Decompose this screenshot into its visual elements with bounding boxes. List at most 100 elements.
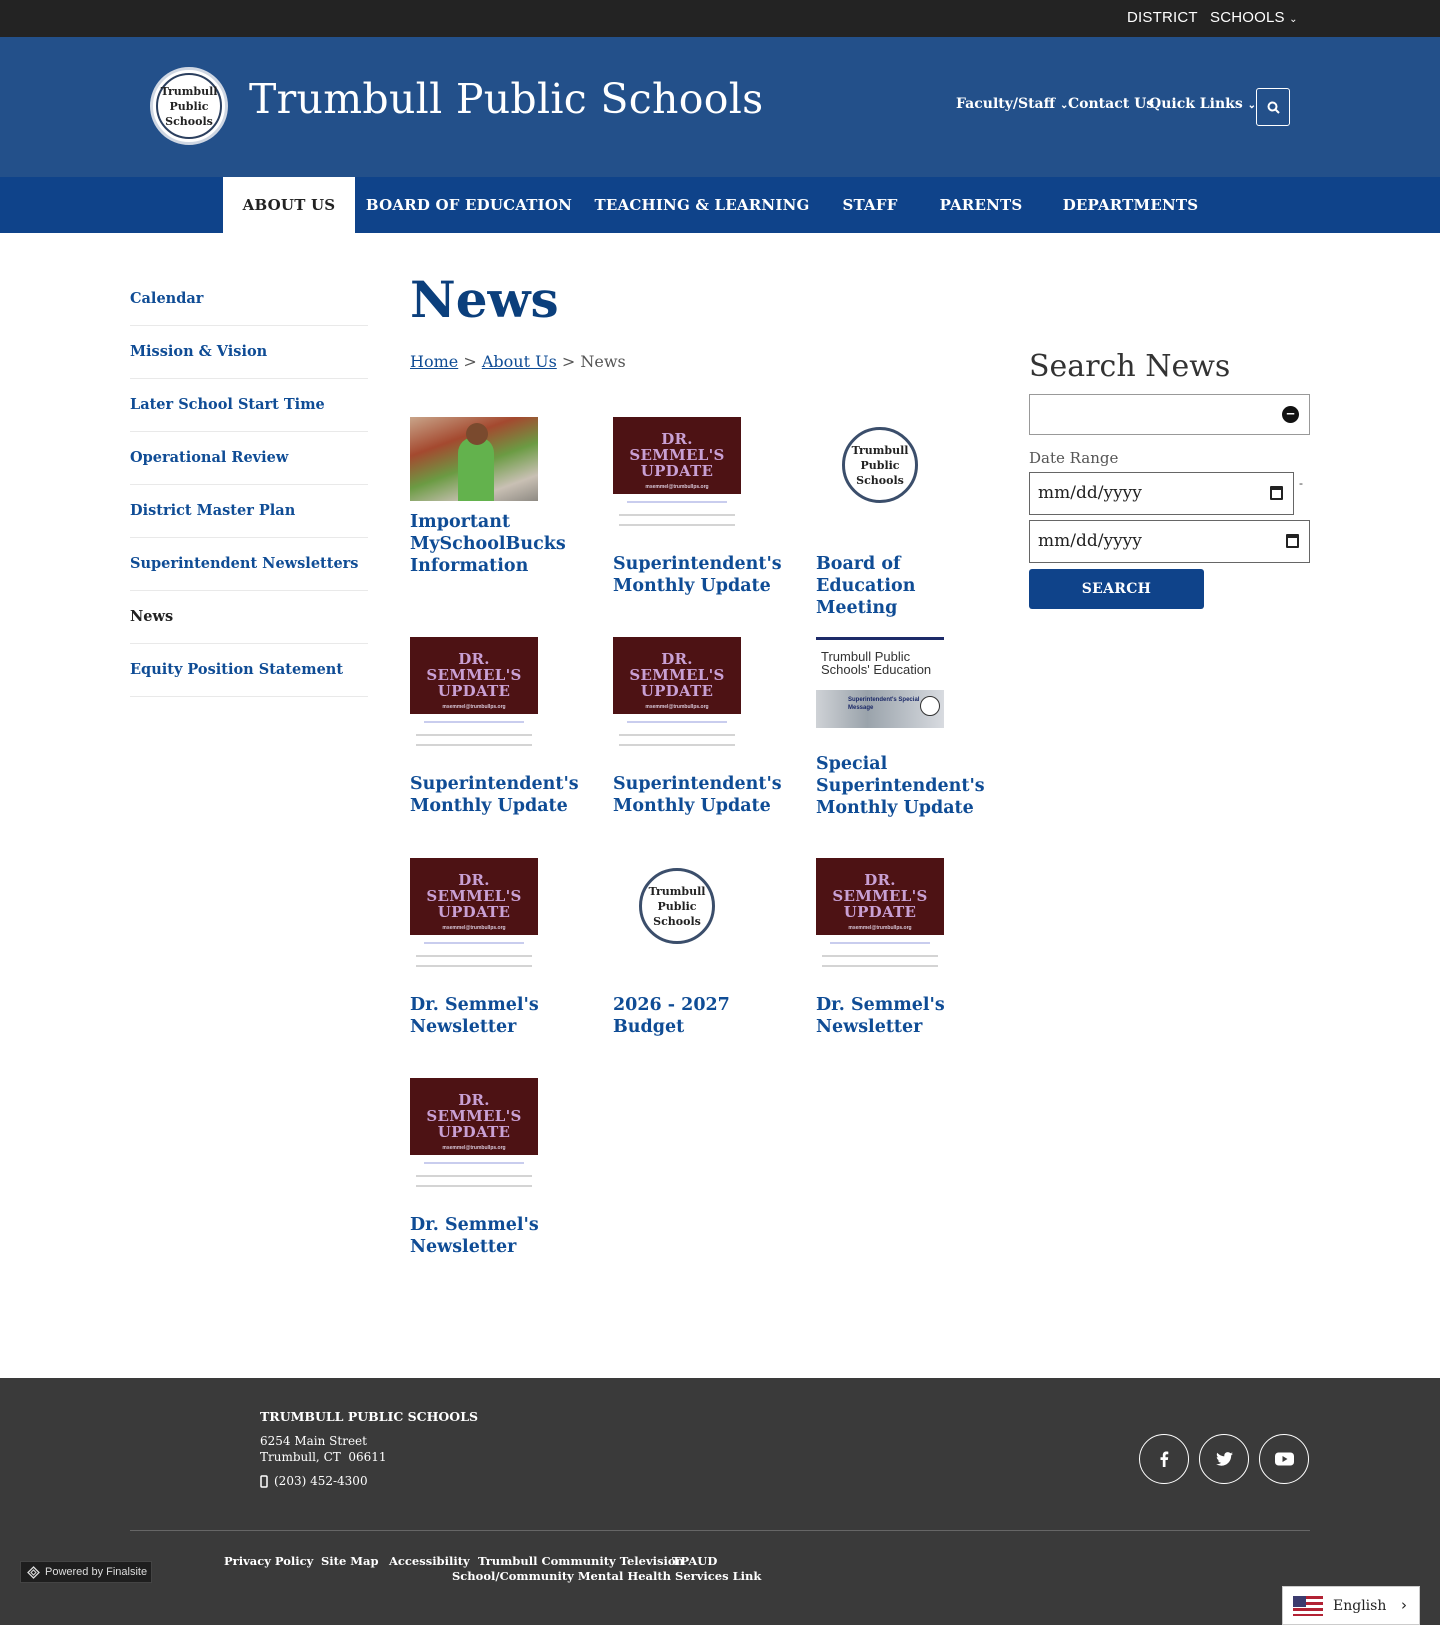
news-title[interactable]: Dr. Semmel's Newsletter [816,994,991,1038]
nav-about-us[interactable]: ABOUT US [223,177,355,233]
nav-board-of-education[interactable]: BOARD OF EDUCATION [355,177,583,233]
footer-phone-number: (203) 452-4300 [274,1474,368,1488]
powered-by-finalsite[interactable]: Powered by Finalsite [20,1561,152,1583]
site-footer: TRUMBULL PUBLIC SCHOOLS 6254 Main Street… [0,1378,1440,1625]
news-thumbnail[interactable]: Trumbull Public Schools [613,858,741,976]
sidebar-item-news[interactable]: News [130,608,173,625]
faculty-staff-dropdown[interactable]: Faculty/Staff ⌄ [956,96,1068,112]
flag-canton [1293,1595,1306,1607]
nav-departments[interactable]: DEPARTMENTS [1043,177,1218,233]
update-text-line [619,744,735,746]
site-title[interactable]: Trumbull Public Schools [249,75,763,123]
news-thumbnail[interactable]: DR. SEMMEL'S UPDATE msemmel@trumbullps.or… [613,637,741,755]
footer-org-name: TRUMBULL PUBLIC SCHOOLS [260,1409,479,1424]
nav-parents[interactable]: PARENTS [919,177,1043,233]
logo-text-2: Public [860,458,900,472]
utility-bar: DISTRICT SCHOOLS ⌄ [0,0,1440,37]
news-title[interactable]: Special Superintendent's Monthly Update [816,753,991,819]
news-item[interactable]: DR. SEMMEL'S UPDATE msemmel@trumbullps.or… [410,637,585,816]
footer-link-accessibility[interactable]: Accessibility [389,1554,470,1568]
footer-phone[interactable]: (203) 452-4300 [260,1474,368,1488]
school-logo[interactable]: Trumbull Public Schools [150,67,228,145]
search-button[interactable]: SEARCH [1029,569,1204,609]
news-title[interactable]: Dr. Semmel's Newsletter [410,994,585,1038]
news-thumbnail[interactable]: Trumbull Public Schools [816,417,944,535]
special-thumb-band: Superintendent's Special Message [816,690,944,728]
start-date-input[interactable]: mm/dd/yyyy [1029,472,1294,515]
nav-teaching-learning[interactable]: TEACHING & LEARNING [583,177,821,233]
news-item[interactable]: Important MySchoolBucks Information [410,417,585,576]
footer-link-tpaud[interactable]: TPAUD [672,1554,717,1568]
news-title[interactable]: Superintendent's Monthly Update [410,773,585,817]
contact-us-link[interactable]: Contact Us [1068,96,1154,112]
quick-links-label: Quick Links [1149,96,1243,112]
search-keyword-input[interactable]: – [1029,394,1310,435]
sidebar-item-mission-vision[interactable]: Mission & Vision [130,343,267,360]
calendar-icon[interactable] [1286,534,1299,548]
news-thumbnail[interactable]: DR. SEMMEL'S UPDATE msemmel@trumbullps.or… [410,1078,538,1196]
sidebar-item-equity[interactable]: Equity Position Statement [130,661,343,678]
breadcrumb-about-us[interactable]: About Us [482,352,557,371]
clear-icon[interactable]: – [1282,406,1299,423]
update-banner-title: DR. SEMMEL'S UPDATE [629,430,725,480]
district-link[interactable]: DISTRICT [1127,9,1198,26]
header-search-button[interactable] [1256,88,1290,126]
update-text-line [619,734,735,736]
nav-staff[interactable]: STAFF [821,177,919,233]
start-date-placeholder: mm/dd/yyyy [1038,483,1142,503]
date-range-dash: - [1299,476,1303,490]
footer-link-privacy[interactable]: Privacy Policy [224,1554,313,1568]
end-date-placeholder: mm/dd/yyyy [1038,531,1142,551]
update-text-line [424,1162,524,1164]
end-date-input[interactable]: mm/dd/yyyy [1029,520,1310,563]
news-item[interactable]: DR. SEMMEL'S UPDATE msemmel@trumbullps.or… [816,858,991,1037]
news-item[interactable]: DR. SEMMEL'S UPDATE msemmel@trumbullps.or… [613,637,788,816]
update-text-line [416,744,532,746]
sidebar-item-calendar[interactable]: Calendar [130,290,203,307]
update-banner-email: msemmel@trumbullps.org [442,1145,506,1151]
news-title[interactable]: 2026 - 2027 Budget [613,994,788,1038]
schools-dropdown[interactable]: SCHOOLS ⌄ [1210,9,1298,26]
news-item[interactable]: DR. SEMMEL'S UPDATE msemmel@trumbullps.or… [410,858,585,1037]
news-thumbnail[interactable] [410,417,538,501]
news-title[interactable]: Important MySchoolBucks Information [410,511,585,577]
youtube-button[interactable] [1259,1434,1309,1484]
quick-links-dropdown[interactable]: Quick Links ⌄ [1149,96,1256,112]
news-item[interactable]: Trumbull Public Schools' Education Super… [816,637,991,818]
news-item[interactable]: DR. SEMMEL'S UPDATE msemmel@trumbullps.or… [613,417,788,596]
sidebar-item-master-plan[interactable]: District Master Plan [130,502,295,519]
news-thumbnail[interactable]: Trumbull Public Schools' Education Super… [816,637,944,739]
facebook-button[interactable] [1139,1434,1189,1484]
calendar-icon[interactable] [1270,486,1283,500]
news-thumbnail[interactable]: DR. SEMMEL'S UPDATE msemmel@trumbullps.or… [816,858,944,976]
sidebar-item-later-start[interactable]: Later School Start Time [130,396,325,413]
news-thumbnail[interactable]: DR. SEMMEL'S UPDATE msemmel@trumbullps.or… [410,858,538,976]
sidebar-item-operational-review[interactable]: Operational Review [130,449,288,466]
news-title[interactable]: Superintendent's Monthly Update [613,553,788,597]
news-title[interactable]: Superintendent's Monthly Update [613,773,788,817]
language-selector[interactable]: English › [1282,1586,1420,1625]
logo-text-3: Schools [165,114,213,128]
site-header: Trumbull Public Schools Trumbull Public … [0,37,1440,177]
breadcrumb-home[interactable]: Home [410,352,458,371]
news-thumbnail[interactable]: DR. SEMMEL'S UPDATE msemmel@trumbullps.or… [613,417,741,535]
youtube-icon [1274,1452,1294,1466]
search-icon [1267,101,1280,114]
footer-link-tctv[interactable]: Trumbull Community Television [478,1554,684,1568]
news-title[interactable]: Dr. Semmel's Newsletter [410,1214,585,1258]
news-title[interactable]: Board of Education Meeting [816,553,991,619]
main-nav: ABOUT US BOARD OF EDUCATION TEACHING & L… [0,177,1440,233]
news-thumbnail[interactable]: DR. SEMMEL'S UPDATE msemmel@trumbullps.or… [410,637,538,755]
divider [130,325,368,326]
update-banner: DR. SEMMEL'S UPDATE msemmel@trumbullps.or… [613,417,741,494]
sidebar-item-newsletters[interactable]: Superintendent Newsletters [130,555,358,572]
footer-link-mental-health[interactable]: School/Community Mental Health Services … [452,1569,761,1583]
update-text-line [627,501,727,503]
student-face [466,423,488,445]
twitter-button[interactable] [1199,1434,1249,1484]
breadcrumb-separator: > [463,352,477,371]
news-item[interactable]: DR. SEMMEL'S UPDATE msemmel@trumbullps.or… [410,1078,585,1257]
update-banner-email: msemmel@trumbullps.org [848,925,912,931]
footer-link-sitemap[interactable]: Site Map [321,1554,379,1568]
update-text-line [416,965,532,967]
